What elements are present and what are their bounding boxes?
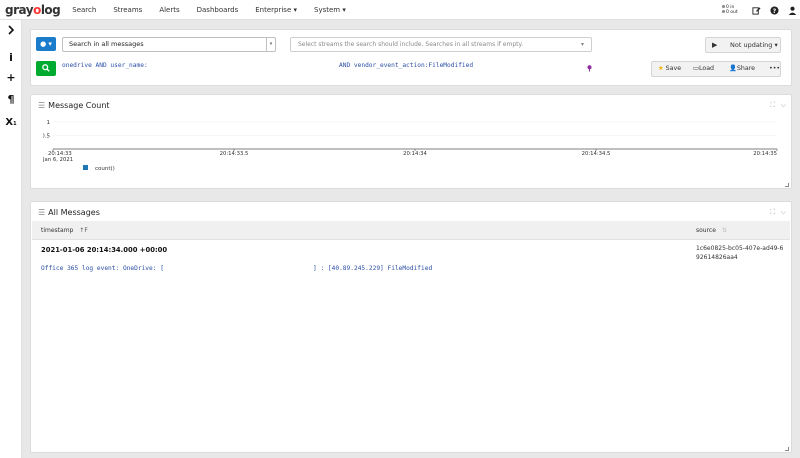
message-text-part2: ] : [40.89.245.229] FileModified xyxy=(313,265,433,272)
play-icon: ▶ xyxy=(712,41,718,49)
chevron-down-icon: ▾ xyxy=(266,38,275,51)
logo-text-log: log xyxy=(40,2,61,17)
x-date-label: Jan 6, 2021 xyxy=(43,157,73,163)
load-button[interactable]: ▭Load xyxy=(693,62,714,76)
chevron-down-icon: ▾ xyxy=(580,41,584,48)
stream-options-button[interactable]: ● ▾ xyxy=(36,37,56,51)
throughput-indicator[interactable]: 0 in 0 out xyxy=(722,5,742,15)
nav-search[interactable]: Search xyxy=(72,6,96,14)
nav-alerts[interactable]: Alerts xyxy=(159,6,179,14)
message-count-widget: ☰Message Count ⛶ ⌵ 10.520:14:3320:14:33.… xyxy=(30,94,792,189)
search-scope-select[interactable]: Search in all messages ▾ xyxy=(62,37,276,52)
refresh-label: Not updating ▾ xyxy=(730,41,778,49)
add-widget-plus-icon[interactable]: + xyxy=(5,72,17,84)
all-messages-widget: ☰ All Messages ⛶ ⌵ timestamp ↑F source ⇅ … xyxy=(30,201,792,453)
messages-table-header: timestamp ↑F source ⇅ xyxy=(32,221,790,240)
highlighting-paragraph-icon[interactable]: ¶ xyxy=(5,94,17,106)
search-actions-bar: ★ Save ▭Load 👤Share ••• xyxy=(651,61,781,77)
load-label: Load xyxy=(698,65,715,72)
expand-icon[interactable]: ⛶ xyxy=(770,101,775,110)
column-source-label: source xyxy=(696,227,716,234)
chevron-right-svg xyxy=(8,25,15,35)
nav-right-tools: 0 in 0 out ? xyxy=(722,0,800,20)
message-count-title: Message Count xyxy=(48,101,110,110)
user-svg xyxy=(788,6,797,15)
x-tick-label: 20:14:34.5 xyxy=(582,151,611,157)
search-bar-panel: ● ▾ Search in all messages ▾ Select stre… xyxy=(30,29,792,86)
in-dot-icon xyxy=(722,5,725,8)
y-tick-label: 1 xyxy=(47,120,51,126)
sort-icon[interactable]: ↑F xyxy=(79,227,87,234)
left-sidebar: i + ¶ X1 xyxy=(0,20,22,458)
search-icon xyxy=(42,64,50,72)
nav-system-dropdown[interactable]: System ▾ xyxy=(314,6,346,14)
out-dot-icon xyxy=(722,10,725,13)
throughput-out-label: 0 out xyxy=(726,10,738,15)
streams-placeholder: Select streams the search should include… xyxy=(298,41,524,48)
sort-icon[interactable]: ⇅ xyxy=(722,227,727,234)
y-tick-label: 0.5 xyxy=(43,134,50,140)
save-button[interactable]: ★ Save xyxy=(658,62,681,76)
all-messages-title: All Messages xyxy=(48,208,100,217)
collapse-sidebar-chevron-icon[interactable] xyxy=(5,25,17,37)
svg-text:?: ? xyxy=(773,7,777,14)
search-query-input[interactable]: onedrive AND user_name: AND vendor_event… xyxy=(62,62,622,74)
column-timestamp-label: timestamp xyxy=(41,227,74,234)
x-tick-label: 20:14:33.5 xyxy=(220,151,249,157)
throughput-out: 0 out xyxy=(722,10,742,15)
nav-streams[interactable]: Streams xyxy=(113,6,142,14)
message-text: Office 365 log event: OneDrive: [ ] : [4… xyxy=(41,265,681,275)
column-source[interactable]: source ⇅ xyxy=(696,227,727,234)
x-tick-label: 20:14:35 xyxy=(753,151,777,157)
message-source: 1c6e0825-bc05-407e-ad49-692614826aa4 xyxy=(696,245,784,261)
expand-icon[interactable]: ⛶ xyxy=(770,208,775,217)
search-info-icon[interactable]: i xyxy=(5,52,17,64)
graylog-logo[interactable]: grayolog xyxy=(5,2,61,17)
share-button[interactable]: 👤Share xyxy=(729,62,755,76)
help-svg: ? xyxy=(770,5,779,14)
widget-menu-chevron-icon[interactable]: ⌵ xyxy=(781,101,786,110)
logo-text-gray: gray xyxy=(5,2,34,17)
message-text-part1: Office 365 log event: OneDrive: [ xyxy=(41,265,164,272)
legend-label: count() xyxy=(95,166,115,172)
top-navbar: grayolog Search Streams Alerts Dashboard… xyxy=(0,0,800,20)
nav-dashboards[interactable]: Dashboards xyxy=(197,6,239,14)
widget-menu-chevron-icon[interactable]: ⌵ xyxy=(781,208,786,217)
logo-text-o: o xyxy=(33,2,41,17)
share-label: Share xyxy=(736,65,756,72)
save-label: Save xyxy=(665,65,682,72)
edit-notes-icon[interactable] xyxy=(752,6,761,15)
x-tick-label: 20:14:34 xyxy=(403,151,427,157)
marker-svg xyxy=(587,65,592,72)
star-icon: ★ xyxy=(658,65,664,72)
drag-handle-icon[interactable]: ☰ xyxy=(38,208,45,217)
query-marker-icon xyxy=(587,65,592,72)
edit-svg xyxy=(752,6,761,15)
query-text-part1: onedrive AND user_name: xyxy=(62,62,148,69)
nav-enterprise-dropdown[interactable]: Enterprise ▾ xyxy=(255,6,297,14)
run-search-button[interactable] xyxy=(36,61,56,76)
all-messages-header[interactable]: ☰ All Messages xyxy=(38,208,100,217)
resize-handle[interactable] xyxy=(785,447,789,451)
legend-swatch xyxy=(83,165,88,170)
message-timestamp: 2021-01-06 20:14:34.000 +00:00 xyxy=(41,246,168,254)
help-icon[interactable]: ? xyxy=(770,5,779,15)
refresh-interval-button[interactable]: ▶ Not updating ▾ xyxy=(705,37,781,53)
nav-menu: Search Streams Alerts Dashboards Enterpr… xyxy=(72,6,363,14)
resize-handle[interactable] xyxy=(785,183,789,187)
search-scope-value: Search in all messages xyxy=(69,40,144,48)
message-count-chart[interactable]: 10.520:14:3320:14:33.520:14:3420:14:34.5… xyxy=(43,117,783,183)
fields-variable-icon[interactable]: X1 xyxy=(5,116,17,128)
more-actions-button[interactable]: ••• xyxy=(769,62,780,76)
user-icon[interactable] xyxy=(788,6,797,15)
column-timestamp[interactable]: timestamp ↑F xyxy=(41,227,88,234)
query-text-part2: AND vendor_event_action:FileModified xyxy=(339,62,474,69)
streams-select[interactable]: Select streams the search should include… xyxy=(290,37,592,52)
drag-handle-icon[interactable]: ☰ xyxy=(38,101,45,110)
message-count-header[interactable]: ☰ Message Count xyxy=(38,101,110,110)
share-user-icon: 👤 xyxy=(729,65,737,72)
